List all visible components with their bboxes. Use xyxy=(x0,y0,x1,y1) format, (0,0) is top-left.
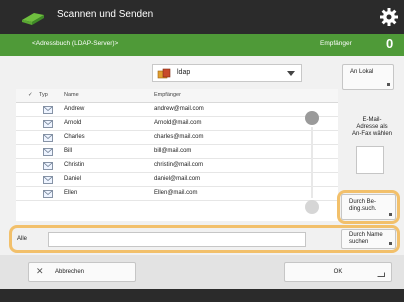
row-email: andrew@mail.com xyxy=(154,106,204,112)
search-by-condition-button[interactable]: Durch Be- ding.such. xyxy=(341,194,396,220)
recipient-table: ✓ Typ Name Empfänger Andrew andrew@mail.… xyxy=(16,89,338,221)
email-icon xyxy=(43,106,53,114)
breadcrumb: <Adressbuch (LDAP-Server)> xyxy=(32,40,119,47)
send-screen: Scannen und Senden <Adressbuch (LDAP-Ser… xyxy=(0,0,404,302)
row-name: Andrew xyxy=(64,106,85,112)
address-book-icon xyxy=(157,68,171,79)
row-name: Arnold xyxy=(64,120,82,126)
row-email: charles@mail.com xyxy=(154,134,204,140)
table-header: ✓ Typ Name Empfänger xyxy=(16,89,338,103)
email-icon xyxy=(43,190,53,198)
row-name: Daniel xyxy=(64,176,82,182)
header-bar: <Adressbuch (LDAP-Server)> Empfänger 0 xyxy=(0,34,404,56)
footer-strip xyxy=(0,289,404,302)
table-row[interactable]: Bill bill@mail.com xyxy=(16,145,338,159)
search-by-condition-label: Durch Be- ding.such. xyxy=(349,199,377,212)
email-icon xyxy=(43,134,53,142)
recipient-count: 0 xyxy=(386,36,394,51)
gear-icon[interactable] xyxy=(378,6,400,28)
table-row[interactable]: Christin christin@mail.com xyxy=(16,159,338,173)
row-email: Arnold@mail.com xyxy=(154,120,202,126)
set-email-text: E-Mail- Adresse als An-Fax wählen xyxy=(351,117,393,137)
close-icon: ✕ xyxy=(36,266,44,276)
chevron-down-icon xyxy=(287,71,295,76)
row-email: Ellen@mail.com xyxy=(154,190,198,196)
row-name: Ellen xyxy=(64,190,78,196)
header-check[interactable]: ✓ xyxy=(28,92,33,98)
to-local-label: An Lokal xyxy=(350,69,374,75)
row-email: christin@mail.com xyxy=(154,162,204,168)
table-row[interactable]: Charles charles@mail.com xyxy=(16,131,338,145)
corner-mark-icon xyxy=(387,83,390,86)
ok-button[interactable]: OK xyxy=(284,262,392,282)
email-icon xyxy=(43,162,53,170)
scroll-down-button[interactable] xyxy=(305,200,319,214)
ok-label: OK xyxy=(333,269,343,275)
search-label: Alle xyxy=(17,236,28,242)
corner-mark-icon xyxy=(389,242,392,245)
scroll-up-button[interactable] xyxy=(305,111,319,125)
recipient-label: Empfänger xyxy=(320,40,352,47)
set-email-toggle[interactable] xyxy=(356,146,384,174)
row-email: bill@mail.com xyxy=(154,148,192,154)
header-recipient[interactable]: Empfänger xyxy=(154,92,181,98)
table-row[interactable]: Arnold Arnold@mail.com xyxy=(16,117,338,131)
to-local-button[interactable]: An Lokal xyxy=(342,64,394,90)
corner-mark-icon xyxy=(389,213,392,216)
table-row[interactable]: Ellen Ellen@mail.com xyxy=(16,187,338,201)
cancel-button[interactable]: ✕ Abbrechen xyxy=(28,262,136,282)
row-email: daniel@mail.com xyxy=(154,176,201,182)
email-icon xyxy=(43,176,53,184)
search-by-name-label: Durch Name suchen xyxy=(349,232,383,245)
email-icon xyxy=(43,120,53,128)
table-row[interactable]: Daniel daniel@mail.com xyxy=(16,173,338,187)
table-row[interactable]: Andrew andrew@mail.com xyxy=(16,103,338,117)
app-title: Scannen und Senden xyxy=(57,9,154,20)
address-book-select[interactable]: ldap xyxy=(152,64,302,82)
row-name: Charles xyxy=(64,134,85,140)
search-by-name-button[interactable]: Durch Name suchen xyxy=(341,229,396,249)
scan-send-icon xyxy=(22,13,44,25)
email-icon xyxy=(43,148,53,156)
header-name[interactable]: Name xyxy=(64,92,79,98)
title-bar: Scannen und Senden xyxy=(0,0,404,34)
row-name: Bill xyxy=(64,148,73,154)
name-search-input[interactable] xyxy=(48,232,306,247)
cancel-label: Abbrechen xyxy=(55,269,85,275)
scroll-track[interactable] xyxy=(311,127,313,198)
check-icon xyxy=(377,272,385,277)
header-type[interactable]: Typ xyxy=(39,92,48,98)
row-name: Christin xyxy=(64,162,85,168)
address-book-value: ldap xyxy=(177,69,191,76)
